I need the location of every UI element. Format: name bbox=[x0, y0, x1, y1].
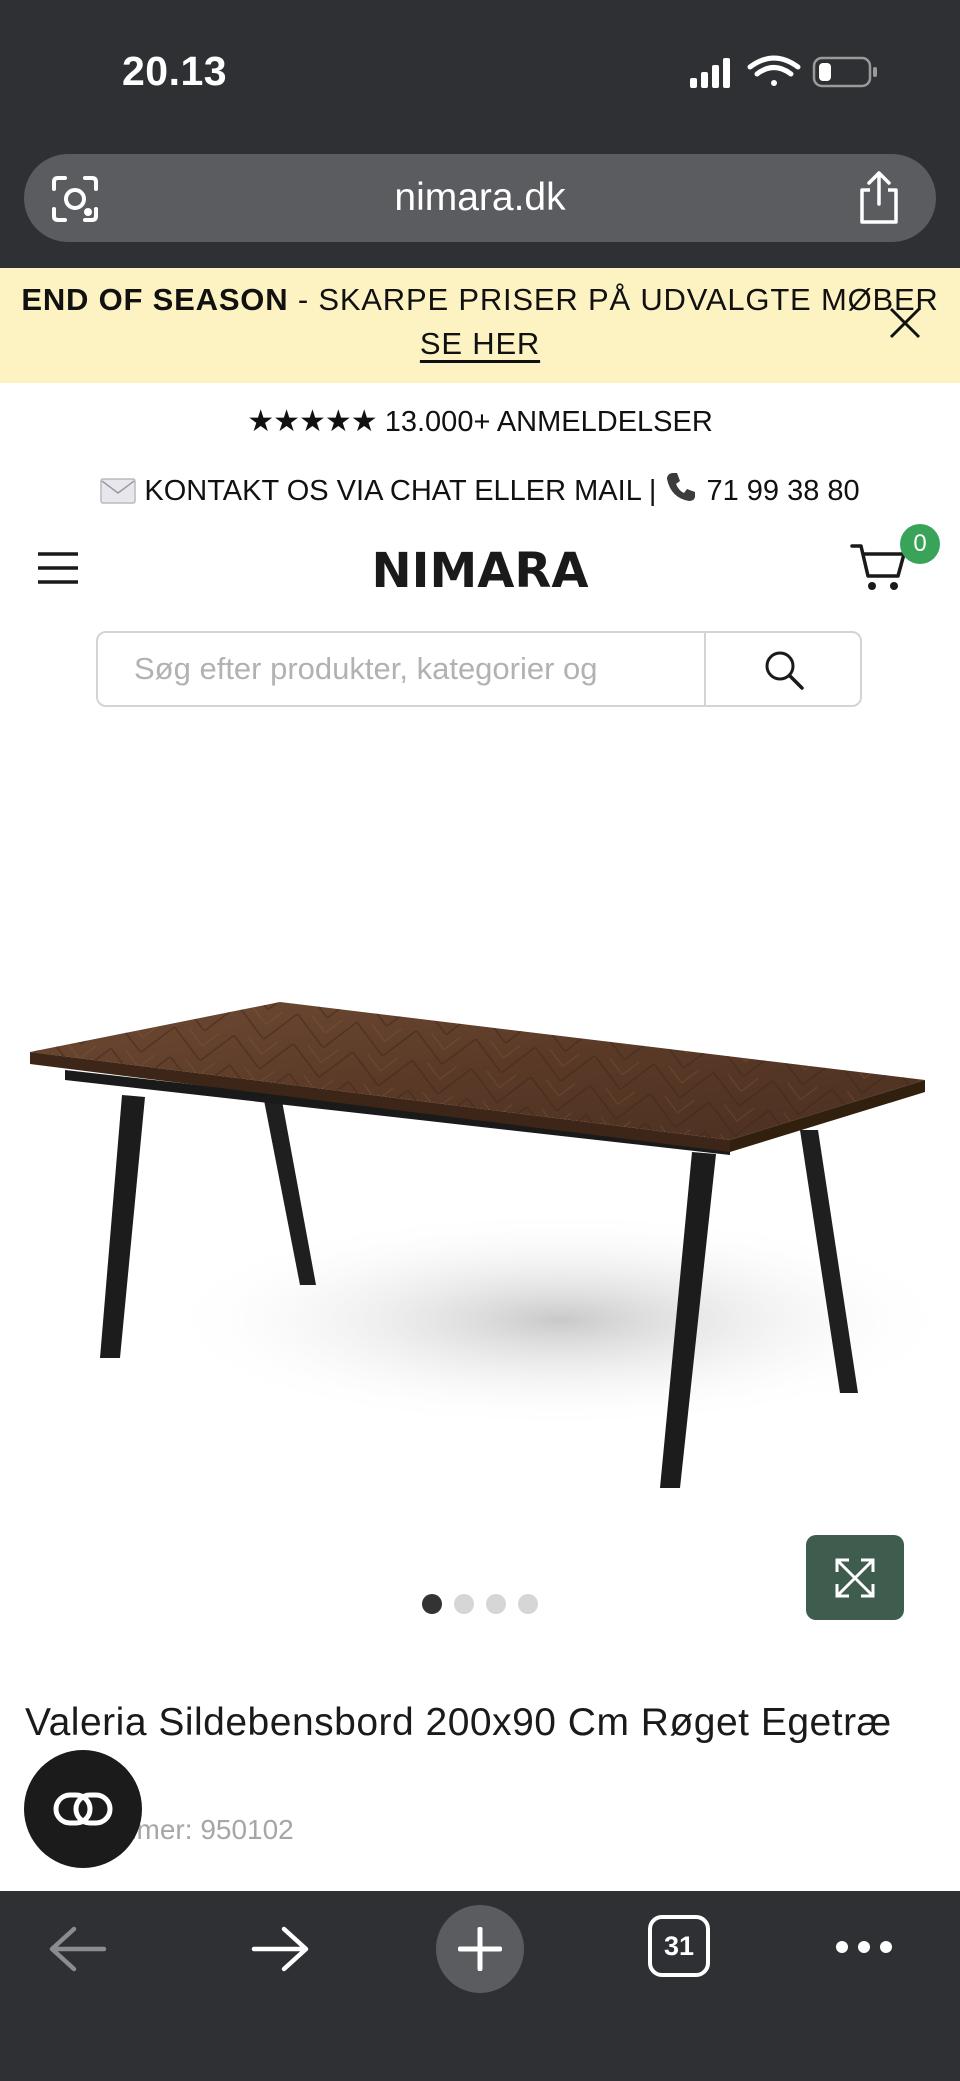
tab-switcher-button[interactable]: 31 bbox=[648, 1915, 710, 1977]
search-icon bbox=[765, 651, 804, 690]
chat-button[interactable] bbox=[24, 1750, 142, 1868]
plus-icon bbox=[458, 1927, 502, 1971]
close-icon[interactable] bbox=[888, 306, 922, 340]
gallery-dot[interactable] bbox=[518, 1594, 538, 1614]
product-title: Valeria Sildebensbord 200x90 Cm Røget Eg… bbox=[25, 1701, 892, 1744]
browser-top-bar: 20.13 nimara.dk bbox=[0, 0, 960, 268]
product-image[interactable] bbox=[0, 760, 960, 1530]
share-icon[interactable] bbox=[854, 170, 904, 226]
url-text[interactable]: nimara.dk bbox=[24, 154, 936, 242]
reviews-line: ★★★★★ 13.000+ ANMELDELSER bbox=[0, 404, 960, 439]
contact-text: KONTAKT OS VIA CHAT ELLER MAIL | bbox=[136, 475, 665, 507]
status-icons bbox=[690, 55, 877, 88]
table-leg bbox=[100, 1095, 145, 1358]
signal-icon bbox=[690, 58, 730, 88]
chat-icon bbox=[53, 1792, 113, 1826]
forward-icon[interactable] bbox=[248, 1925, 312, 1973]
status-time: 20.13 bbox=[122, 48, 228, 94]
gallery-dot-active[interactable] bbox=[422, 1594, 442, 1614]
wifi-icon bbox=[747, 55, 801, 86]
expand-icon bbox=[835, 1558, 875, 1598]
gallery-dot[interactable] bbox=[486, 1594, 506, 1614]
phone-icon bbox=[667, 473, 696, 501]
rating-stars: ★★★★★ bbox=[247, 405, 377, 438]
promo-text: END OF SEASON - SKARPE PRISER PÅ UDVALGT… bbox=[0, 282, 960, 318]
expand-image-button[interactable] bbox=[806, 1535, 904, 1620]
menu-icon[interactable] bbox=[36, 550, 80, 586]
cart-count-badge[interactable]: 0 bbox=[900, 524, 940, 564]
promo-banner: END OF SEASON - SKARPE PRISER PÅ UDVALGT… bbox=[0, 268, 960, 383]
browser-bottom-bar: 31 bbox=[0, 1891, 960, 2081]
search-bar bbox=[96, 631, 862, 707]
logo-text: NIMARA bbox=[371, 543, 588, 598]
gallery-dots bbox=[420, 1594, 540, 1616]
contact-line: KONTAKT OS VIA CHAT ELLER MAIL | 71 99 3… bbox=[0, 470, 960, 508]
battery-icon bbox=[812, 56, 877, 88]
promo-link-row: SE HER bbox=[0, 326, 960, 362]
url-bar[interactable]: nimara.dk bbox=[24, 154, 936, 242]
promo-link[interactable]: SE HER bbox=[420, 326, 540, 361]
promo-bold: END OF SEASON bbox=[21, 282, 289, 317]
reviews-text: 13.000+ ANMELDELSER bbox=[376, 406, 713, 438]
gallery-dot[interactable] bbox=[454, 1594, 474, 1614]
new-tab-button[interactable] bbox=[436, 1905, 524, 1993]
phone-number[interactable]: 71 99 38 80 bbox=[698, 475, 859, 507]
promo-message: - SKARPE PRISER PÅ UDVALGTE MØBER bbox=[288, 282, 939, 317]
search-button[interactable] bbox=[706, 633, 860, 705]
mail-icon bbox=[100, 478, 137, 504]
site-logo[interactable]: NIMARA bbox=[368, 538, 592, 598]
search-input[interactable] bbox=[98, 633, 704, 705]
cart-icon[interactable] bbox=[850, 538, 906, 594]
back-icon[interactable] bbox=[46, 1925, 110, 1973]
more-icon[interactable] bbox=[834, 1937, 894, 1957]
